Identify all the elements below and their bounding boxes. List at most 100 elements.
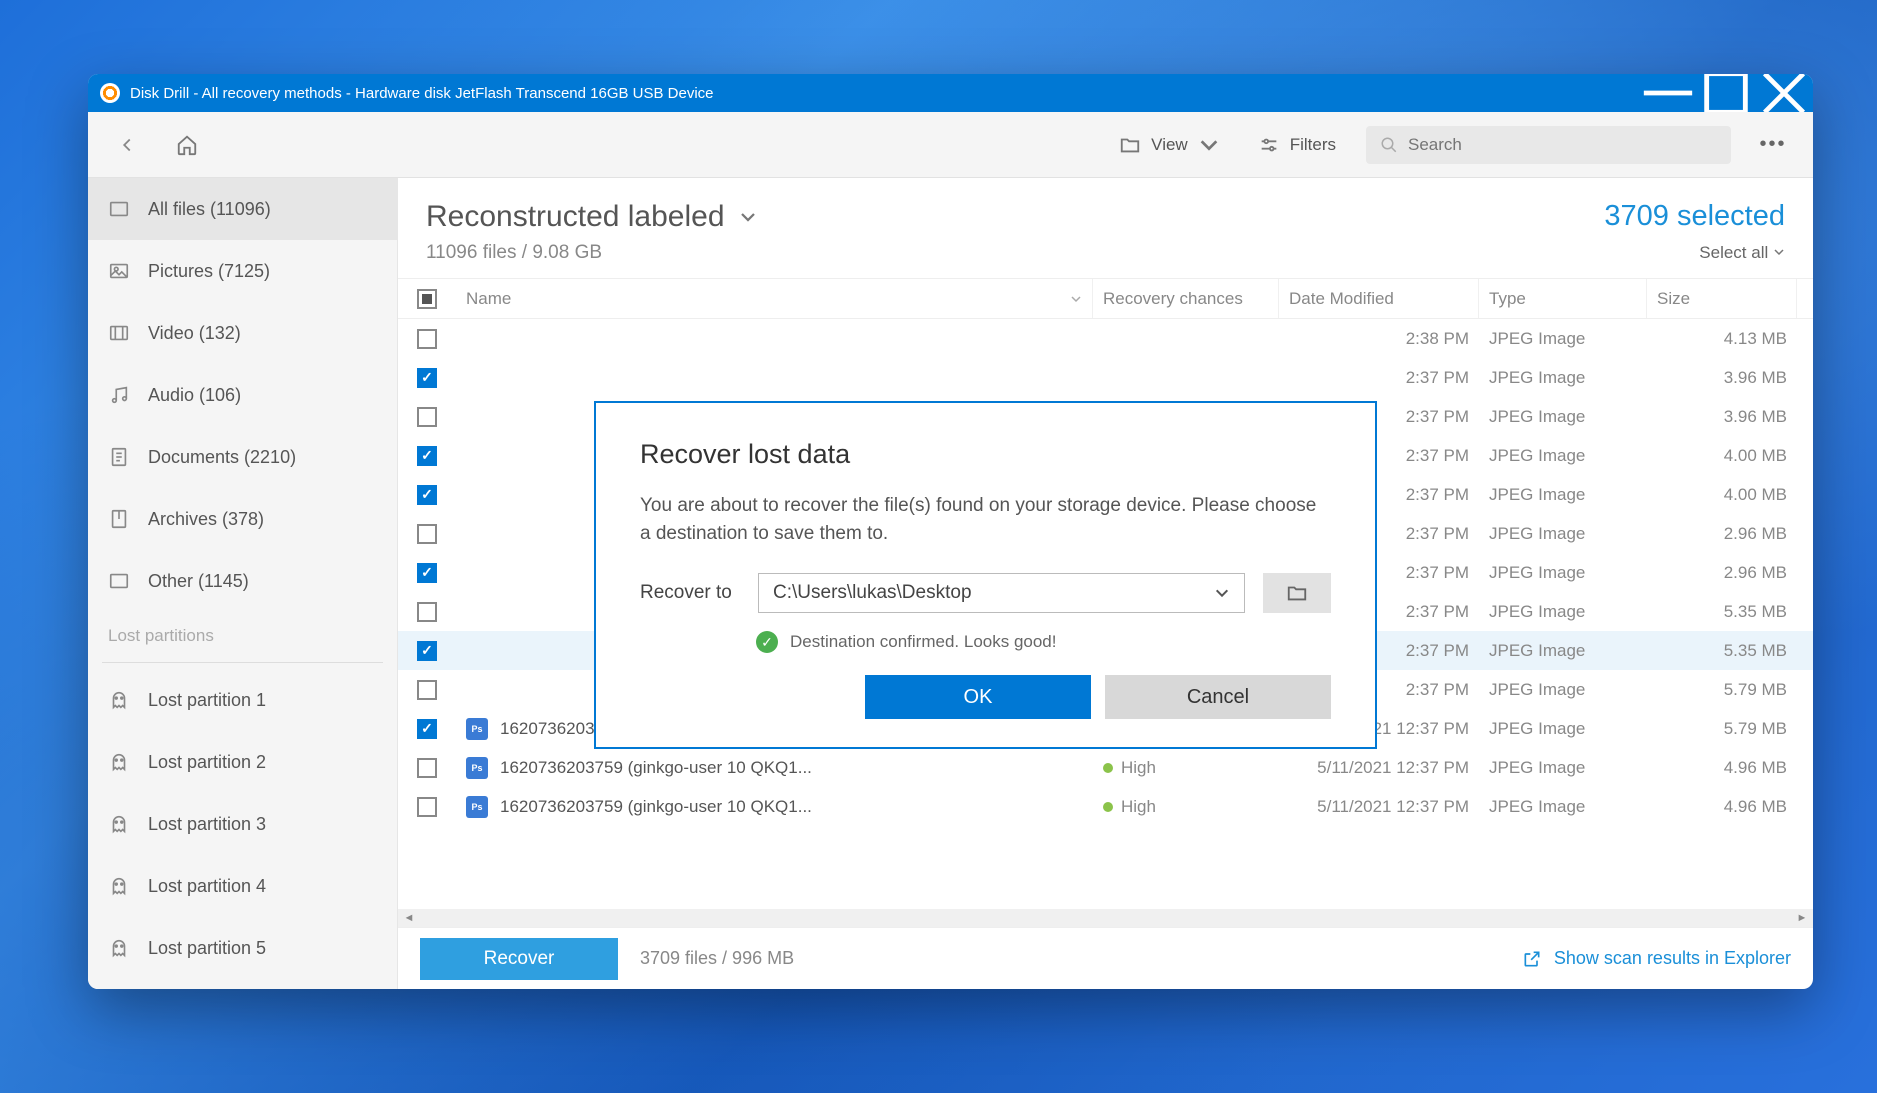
app-icon — [100, 83, 120, 103]
ghost-icon — [108, 813, 130, 835]
filters-button[interactable]: Filters — [1250, 128, 1344, 162]
show-in-explorer-link[interactable]: Show scan results in Explorer — [1522, 948, 1791, 969]
file-type-icon: Ps — [466, 718, 488, 740]
sidebar-item-label: Archives (378) — [148, 509, 264, 530]
sidebar-item-video[interactable]: Video (132) — [88, 302, 397, 364]
maximize-button[interactable] — [1697, 74, 1755, 112]
search-icon — [1380, 136, 1398, 154]
recover-to-label: Recover to — [640, 582, 740, 604]
chevron-down-icon — [1773, 246, 1785, 258]
toolbar: View Filters ••• — [88, 112, 1813, 178]
row-checkbox[interactable] — [417, 329, 437, 349]
minimize-button[interactable] — [1639, 74, 1697, 112]
home-button[interactable] — [168, 128, 206, 162]
sliders-icon — [1258, 134, 1280, 156]
external-link-icon — [1522, 949, 1542, 969]
cancel-button[interactable]: Cancel — [1105, 675, 1331, 719]
search-box[interactable] — [1366, 126, 1731, 164]
browse-folder-button[interactable] — [1263, 573, 1331, 613]
other-icon — [108, 570, 130, 592]
sidebar-item-label: All files (11096) — [148, 199, 271, 220]
table-row[interactable]: Ps1620736203759 (ginkgo-user 10 QKQ1... … — [398, 748, 1813, 787]
sidebar-item-label: Other (1145) — [148, 571, 249, 592]
table-row[interactable]: 2:37 PM JPEG Image 3.96 MB — [398, 358, 1813, 397]
recover-button[interactable]: Recover — [420, 938, 618, 980]
ghost-icon — [108, 689, 130, 711]
row-checkbox[interactable] — [417, 602, 437, 622]
row-type: JPEG Image — [1479, 446, 1647, 466]
row-name: Ps1620736203759 (ginkgo-user 10 QKQ1... — [456, 796, 1093, 818]
row-size: 4.00 MB — [1647, 485, 1797, 505]
modal-text: You are about to recover the file(s) fou… — [640, 492, 1331, 547]
row-checkbox[interactable] — [417, 719, 437, 739]
sidebar-item-label: Documents (2210) — [148, 447, 296, 468]
row-date: 2:37 PM — [1279, 368, 1479, 388]
table-header: Name Recovery chances Date Modified Type… — [398, 279, 1813, 319]
row-checkbox[interactable] — [417, 563, 437, 583]
sidebar-item-all[interactable]: All files (11096) — [88, 178, 397, 240]
modal-title: Recover lost data — [640, 439, 1331, 470]
back-button[interactable] — [108, 128, 146, 162]
sidebar-item-lost-partition[interactable]: Lost partition 2 — [88, 731, 397, 793]
results-title-dropdown[interactable]: Reconstructed labeled — [426, 200, 757, 234]
column-date[interactable]: Date Modified — [1279, 279, 1479, 318]
row-checkbox[interactable] — [417, 797, 437, 817]
row-checkbox[interactable] — [417, 446, 437, 466]
view-dropdown[interactable]: View — [1111, 128, 1228, 162]
sidebar-item-label: Audio (106) — [148, 385, 241, 406]
row-size: 4.13 MB — [1647, 329, 1797, 349]
destination-select[interactable]: C:\Users\lukas\Desktop — [758, 573, 1245, 613]
sidebar-item-pictures[interactable]: Pictures (7125) — [88, 240, 397, 302]
row-size: 4.00 MB — [1647, 446, 1797, 466]
row-checkbox[interactable] — [417, 680, 437, 700]
search-input[interactable] — [1408, 135, 1717, 155]
table-row[interactable]: 2:38 PM JPEG Image 4.13 MB — [398, 319, 1813, 358]
scroll-right-arrow[interactable]: ► — [1795, 912, 1809, 924]
row-checkbox[interactable] — [417, 368, 437, 388]
sidebar-item-lost-partition[interactable]: Lost partition 5 — [88, 917, 397, 979]
ok-button[interactable]: OK — [865, 675, 1091, 719]
sidebar-item-lost-partition[interactable]: Lost partition 3 — [88, 793, 397, 855]
window-title: Disk Drill - All recovery methods - Hard… — [130, 85, 1639, 102]
sidebar-item-other[interactable]: Other (1145) — [88, 550, 397, 612]
sidebar-item-documents[interactable]: Documents (2210) — [88, 426, 397, 488]
file-type-icon: Ps — [466, 796, 488, 818]
row-type: JPEG Image — [1479, 368, 1647, 388]
column-size[interactable]: Size — [1647, 279, 1797, 318]
column-name[interactable]: Name — [456, 279, 1093, 318]
more-button[interactable]: ••• — [1753, 133, 1793, 156]
titlebar: Disk Drill - All recovery methods - Hard… — [88, 74, 1813, 112]
results-subtitle: 11096 files / 9.08 GB — [426, 242, 757, 264]
row-type: JPEG Image — [1479, 563, 1647, 583]
close-button[interactable] — [1755, 74, 1813, 112]
column-type[interactable]: Type — [1479, 279, 1647, 318]
scroll-left-arrow[interactable]: ◄ — [402, 912, 416, 924]
row-date: 2:38 PM — [1279, 329, 1479, 349]
sidebar-item-label: Lost partition 4 — [148, 876, 266, 897]
horizontal-scrollbar[interactable]: ◄ ► — [398, 909, 1813, 927]
row-type: JPEG Image — [1479, 329, 1647, 349]
sidebar-item-lost-partition[interactable]: Lost partition 4 — [88, 855, 397, 917]
row-checkbox[interactable] — [417, 758, 437, 778]
view-label: View — [1151, 135, 1188, 155]
select-all-checkbox[interactable] — [417, 289, 437, 309]
row-size: 5.79 MB — [1647, 680, 1797, 700]
selected-count: 3709 selected — [1604, 200, 1785, 233]
sidebar-item-audio[interactable]: Audio (106) — [88, 364, 397, 426]
row-checkbox[interactable] — [417, 524, 437, 544]
table-row[interactable]: Ps1620736203759 (ginkgo-user 10 QKQ1... … — [398, 787, 1813, 826]
folder-icon — [1286, 582, 1308, 604]
row-checkbox[interactable] — [417, 485, 437, 505]
row-type: JPEG Image — [1479, 680, 1647, 700]
row-checkbox[interactable] — [417, 641, 437, 661]
column-recovery[interactable]: Recovery chances — [1093, 279, 1279, 318]
select-all-dropdown[interactable]: Select all — [1604, 243, 1785, 263]
video-icon — [108, 322, 130, 344]
row-checkbox[interactable] — [417, 407, 437, 427]
sidebar-item-label: Video (132) — [148, 323, 241, 344]
row-type: JPEG Image — [1479, 641, 1647, 661]
row-type: JPEG Image — [1479, 524, 1647, 544]
sidebar-item-lost-partition[interactable]: Lost partition 1 — [88, 669, 397, 731]
sidebar-item-archives[interactable]: Archives (378) — [88, 488, 397, 550]
folder-icon — [1119, 134, 1141, 156]
